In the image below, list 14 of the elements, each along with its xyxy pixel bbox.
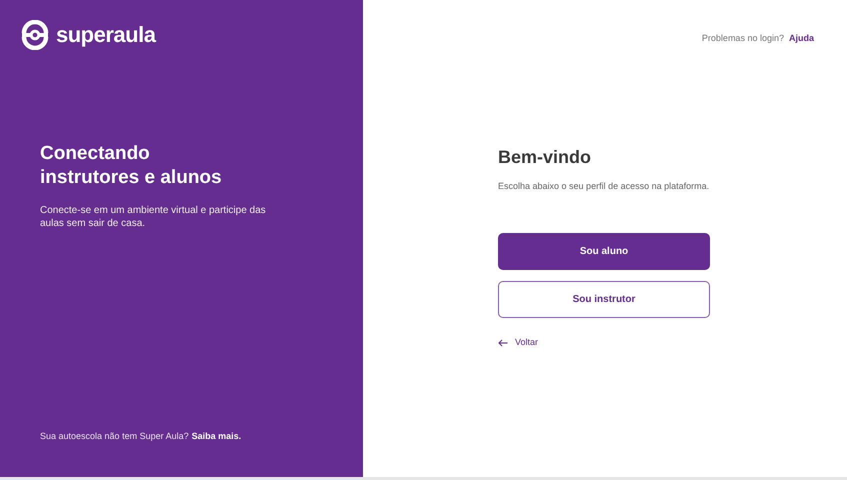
back-link[interactable]: Voltar (498, 336, 538, 350)
learn-more-link[interactable]: Saiba mais. (192, 430, 242, 443)
instructor-button[interactable]: Sou instrutor (498, 281, 710, 318)
welcome-subtitle: Escolha abaixo o seu perfil de acesso na plataforma. (498, 180, 710, 193)
help-text: Problemas no login? (702, 32, 784, 45)
student-button[interactable]: Sou aluno (498, 233, 710, 270)
brand-name: superaula (56, 24, 156, 46)
logo-icon (20, 20, 50, 50)
left-arrow-icon (498, 338, 508, 347)
help-link[interactable]: Ajuda (788, 32, 814, 46)
hero-subtitle: Conecte-se em um ambiente virtual e participe das aulas sem sair de casa. (40, 204, 267, 230)
footer-text: Sua autoescola não tem Super Aula? (40, 430, 189, 443)
welcome-title: Bem-vindo (498, 146, 592, 168)
hero-title: Conectando instrutores e alunos (40, 142, 223, 190)
